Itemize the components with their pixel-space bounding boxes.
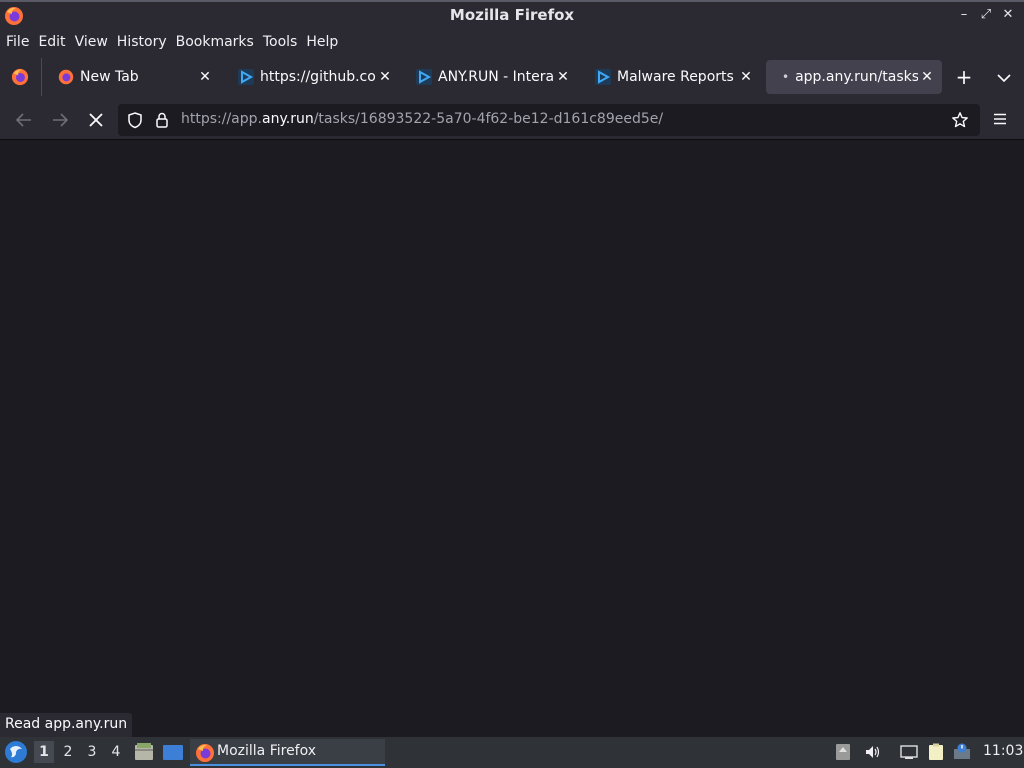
tab-close-icon[interactable]: ✕ — [196, 69, 214, 85]
tab-close-icon[interactable]: ✕ — [376, 69, 394, 85]
tray-scroll-icon[interactable] — [834, 743, 852, 761]
url-host: any.run — [262, 111, 314, 127]
screen: Mozilla Firefox – ⤢ ✕ File Edit View His… — [0, 0, 1024, 768]
menu-view[interactable]: View — [71, 34, 112, 50]
workspace-4[interactable]: 4 — [106, 741, 126, 763]
file-manager-icon[interactable] — [133, 741, 155, 763]
taskbar-task-firefox[interactable]: Mozilla Firefox — [190, 739, 385, 766]
navigation-toolbar: https://app.any.run/tasks/16893522-5a70-… — [0, 100, 1024, 140]
menu-help[interactable]: Help — [302, 34, 342, 50]
workspace-1[interactable]: 1 — [34, 741, 54, 763]
lock-icon[interactable] — [153, 111, 171, 129]
menu-history[interactable]: History — [113, 34, 171, 50]
firefox-icon — [196, 744, 214, 762]
tab-close-icon[interactable]: ✕ — [737, 69, 755, 85]
tab-label: Malware Reports - — [617, 69, 737, 85]
window-title: Mozilla Firefox — [449, 6, 575, 24]
status-panel: Read app.any.run — [0, 713, 133, 737]
back-button[interactable] — [13, 109, 35, 131]
tab-malware-reports[interactable]: Malware Reports - ✕ — [583, 60, 761, 94]
tab-bar: New Tab ✕ https://github.com ✕ ANY.RUN -… — [0, 54, 1024, 100]
url-prefix: https://app. — [181, 111, 262, 127]
tab-github[interactable]: https://github.com ✕ — [226, 60, 400, 94]
notification-icon[interactable] — [953, 743, 971, 761]
clipboard-icon[interactable] — [927, 743, 945, 761]
tracking-protection-shield-icon[interactable] — [126, 111, 144, 129]
hamburger-menu-icon[interactable] — [990, 109, 1010, 129]
bookmark-star-icon[interactable] — [951, 111, 969, 129]
maximize-button[interactable]: ⤢ — [978, 7, 994, 23]
firefox-icon — [11, 68, 29, 86]
firefox-icon — [58, 69, 74, 85]
start-menu-icon[interactable] — [4, 740, 28, 764]
menu-file[interactable]: File — [2, 34, 33, 50]
workspace-3[interactable]: 3 — [82, 741, 102, 763]
page-content — [0, 141, 1024, 737]
list-all-tabs-icon[interactable] — [994, 68, 1014, 88]
url-text[interactable]: https://app.any.run/tasks/16893522-5a70-… — [181, 111, 663, 127]
tab-label: ANY.RUN - Interact — [438, 69, 554, 85]
tab-label: app.any.run/tasks/ — [795, 69, 918, 85]
anyrun-icon — [595, 69, 611, 85]
taskbar-task-label: Mozilla Firefox — [217, 743, 317, 759]
network-icon[interactable] — [900, 743, 918, 761]
window-titlebar: Mozilla Firefox – ⤢ ✕ — [0, 0, 1024, 30]
tab-close-icon[interactable]: ✕ — [554, 69, 572, 85]
show-desktop-icon[interactable] — [162, 741, 184, 763]
menu-tools[interactable]: Tools — [259, 34, 302, 50]
tab-anyrun-task[interactable]: • app.any.run/tasks/ ✕ — [766, 60, 942, 94]
tab-pinned-firefox[interactable] — [0, 58, 42, 96]
url-path: /tasks/16893522-5a70-4f62-be12-d161c89ee… — [313, 111, 664, 127]
anyrun-icon — [238, 69, 254, 85]
clock: 11:03 — [983, 743, 1024, 759]
tab-label: https://github.com — [260, 69, 376, 85]
menu-bookmarks[interactable]: Bookmarks — [172, 34, 258, 50]
loading-dot-icon: • — [782, 70, 790, 84]
tab-new-tab[interactable]: New Tab ✕ — [46, 60, 220, 94]
stop-loading-button[interactable] — [85, 109, 107, 131]
url-bar[interactable]: https://app.any.run/tasks/16893522-5a70-… — [118, 104, 980, 136]
menu-edit[interactable]: Edit — [34, 34, 69, 50]
tab-anyrun-interact[interactable]: ANY.RUN - Interact ✕ — [404, 60, 578, 94]
taskbar: 1 2 3 4 Mozilla Firefox 11:03 — [0, 737, 1024, 768]
new-tab-button[interactable]: + — [952, 66, 976, 90]
anyrun-icon — [416, 69, 432, 85]
minimize-button[interactable]: – — [956, 7, 972, 23]
volume-icon[interactable] — [863, 743, 881, 761]
forward-button[interactable] — [49, 109, 71, 131]
close-window-button[interactable]: ✕ — [1000, 7, 1016, 23]
tab-label: New Tab — [80, 69, 139, 85]
workspace-2[interactable]: 2 — [58, 741, 78, 763]
menu-bar: File Edit View History Bookmarks Tools H… — [0, 30, 1024, 54]
tab-close-icon[interactable]: ✕ — [918, 69, 936, 85]
